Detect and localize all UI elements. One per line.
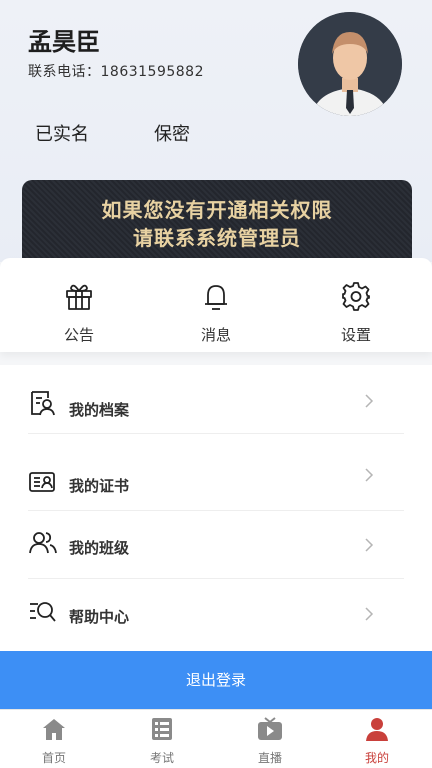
menu-item-class[interactable]: 我的班级 — [28, 529, 404, 597]
divider — [28, 433, 404, 434]
menu-item-profile[interactable]: 我的档案 — [28, 389, 404, 457]
menu-label: 帮助中心 — [69, 608, 130, 626]
gift-icon — [66, 284, 92, 310]
quick-label: 公告 — [63, 326, 94, 344]
divider — [28, 578, 404, 579]
banner-line-1: 如果您没有开通相关权限 — [101, 198, 333, 222]
tab-label: 考试 — [149, 751, 174, 765]
chevron-right-icon — [365, 607, 374, 621]
tab-exam[interactable]: 考试 — [122, 710, 202, 768]
verified-status: 已实名 — [35, 124, 89, 145]
quick-label: 消息 — [200, 326, 231, 344]
chevron-right-icon — [365, 538, 374, 552]
avatar[interactable] — [298, 12, 402, 116]
quick-settings[interactable]: 设置 — [296, 258, 416, 352]
tab-home[interactable]: 首页 — [14, 710, 94, 768]
profile-file-icon — [31, 391, 55, 416]
quick-messages[interactable]: 消息 — [156, 258, 276, 352]
tab-label: 直播 — [257, 751, 282, 765]
person-icon — [366, 718, 388, 741]
tab-label: 首页 — [41, 751, 66, 765]
divider — [28, 510, 404, 511]
tv-play-icon — [258, 717, 282, 740]
profile-header: 孟昊臣 联系电话：18631595882 已实名 保密 如果您没有开通相关权限 … — [0, 0, 432, 262]
menu-label: 我的证书 — [69, 477, 130, 495]
quick-label: 设置 — [340, 326, 371, 344]
gear-icon — [342, 282, 370, 311]
quick-actions: 公告 消息 设置 — [0, 258, 432, 352]
chevron-right-icon — [365, 394, 374, 408]
home-icon — [43, 719, 65, 740]
help-search-icon — [30, 602, 56, 622]
menu-label: 我的班级 — [69, 539, 130, 557]
bell-icon — [205, 285, 227, 310]
tab-label: 我的 — [364, 751, 389, 765]
group-icon — [29, 532, 57, 554]
certificate-icon — [29, 472, 55, 492]
user-name: 孟昊臣 — [28, 28, 100, 56]
menu-list: 我的档案 我的证书 我的班级 帮助中心 — [0, 365, 432, 655]
bottom-tab-bar: 首页 考试 直播 我的 — [0, 709, 432, 768]
menu-label: 我的档案 — [69, 401, 130, 419]
privacy-status: 保密 — [154, 124, 190, 145]
tab-live[interactable]: 直播 — [230, 710, 310, 768]
chevron-right-icon — [365, 468, 374, 482]
logout-button[interactable]: 退出登录 — [0, 651, 432, 709]
menu-item-certificate[interactable]: 我的证书 — [28, 468, 404, 537]
user-phone: 联系电话：18631595882 — [28, 64, 204, 80]
permission-banner: 如果您没有开通相关权限 请联系系统管理员 — [22, 180, 412, 262]
tab-mine[interactable]: 我的 — [337, 710, 417, 768]
exam-icon — [152, 718, 172, 740]
banner-line-2: 请联系系统管理员 — [133, 226, 301, 250]
quick-announcement[interactable]: 公告 — [19, 258, 139, 352]
